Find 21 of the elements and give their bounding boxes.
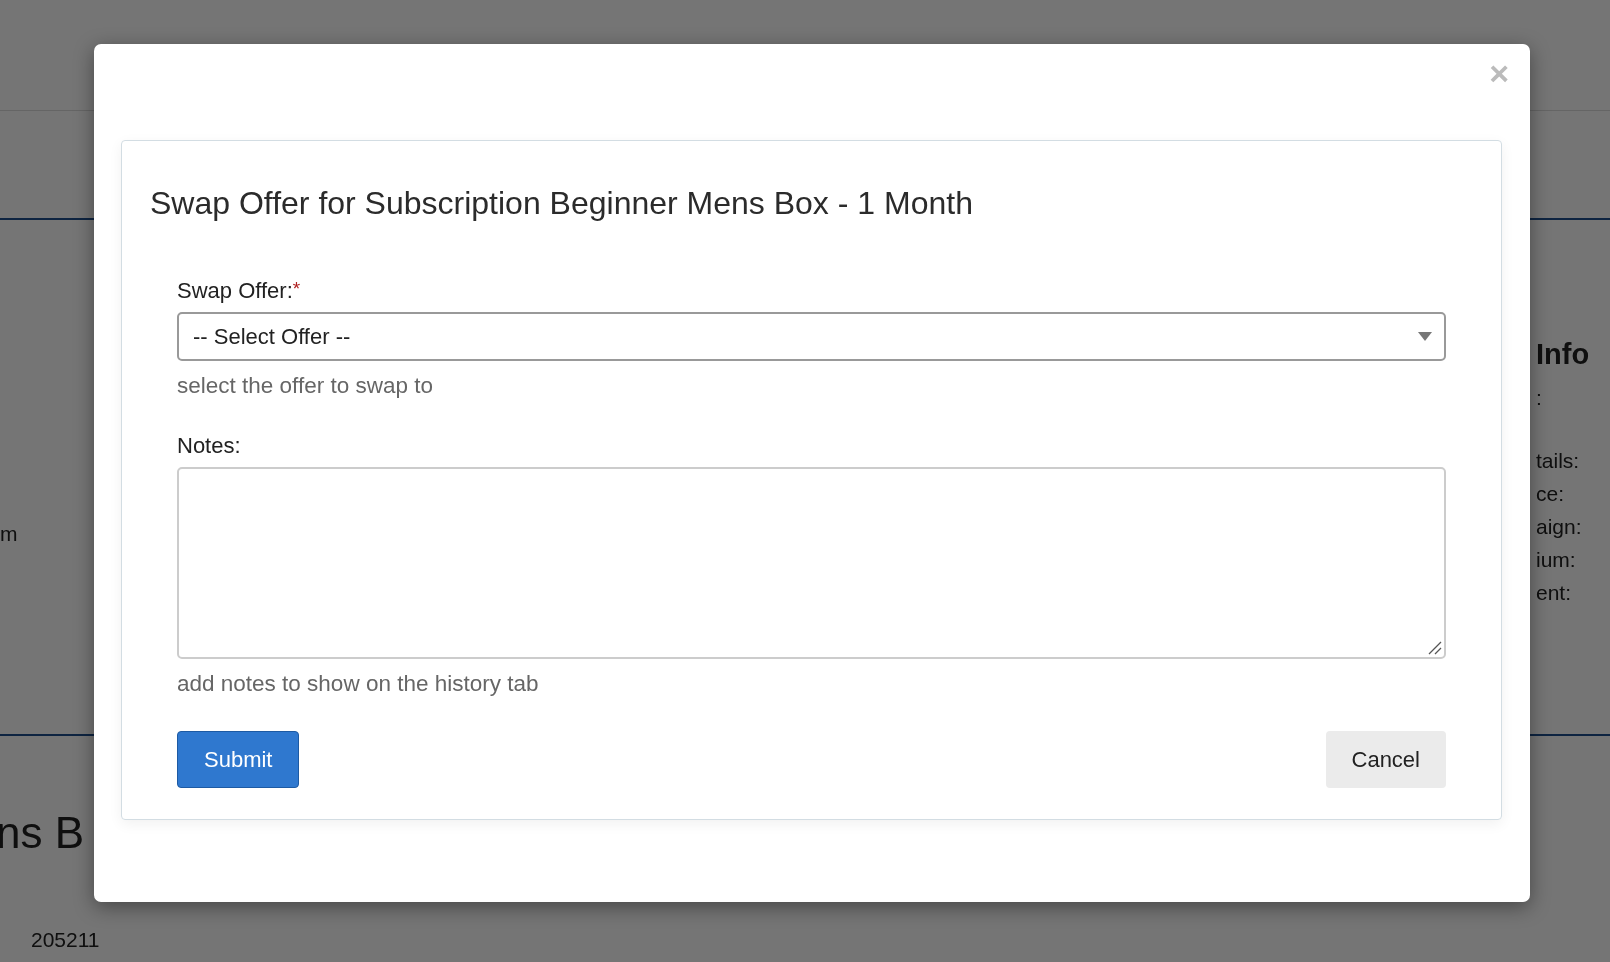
- submit-button[interactable]: Submit: [177, 731, 300, 788]
- section-heading: Info: [1536, 338, 1590, 371]
- help-text: select the offer to swap to: [177, 373, 434, 399]
- field-label: :: [1536, 385, 1542, 411]
- form-title: Swap Offer for Subscription Beginner Mens Box - 1 Month: [150, 185, 974, 222]
- field-label: ium:: [1536, 547, 1576, 573]
- page-text: m: [0, 522, 18, 546]
- field-label: ce:: [1536, 481, 1564, 507]
- help-text: add notes to show on the history tab: [177, 671, 540, 697]
- field-label: tails:: [1536, 448, 1580, 474]
- page-text: 205211: [31, 928, 100, 952]
- cancel-button[interactable]: Cancel: [1325, 731, 1446, 788]
- field-label: aign:: [1536, 514, 1582, 540]
- required-mark: *: [292, 278, 301, 301]
- resize-handle-icon[interactable]: [1428, 641, 1442, 655]
- offer-dropdown[interactable]: -- Select Offer --: [177, 312, 1446, 361]
- caret-icon: [1418, 332, 1432, 341]
- notes-field[interactable]: [177, 467, 1446, 659]
- field-label: Swap Offer:: [177, 278, 293, 304]
- field-label: ent:: [1536, 580, 1572, 606]
- field-label: Notes:: [177, 433, 241, 459]
